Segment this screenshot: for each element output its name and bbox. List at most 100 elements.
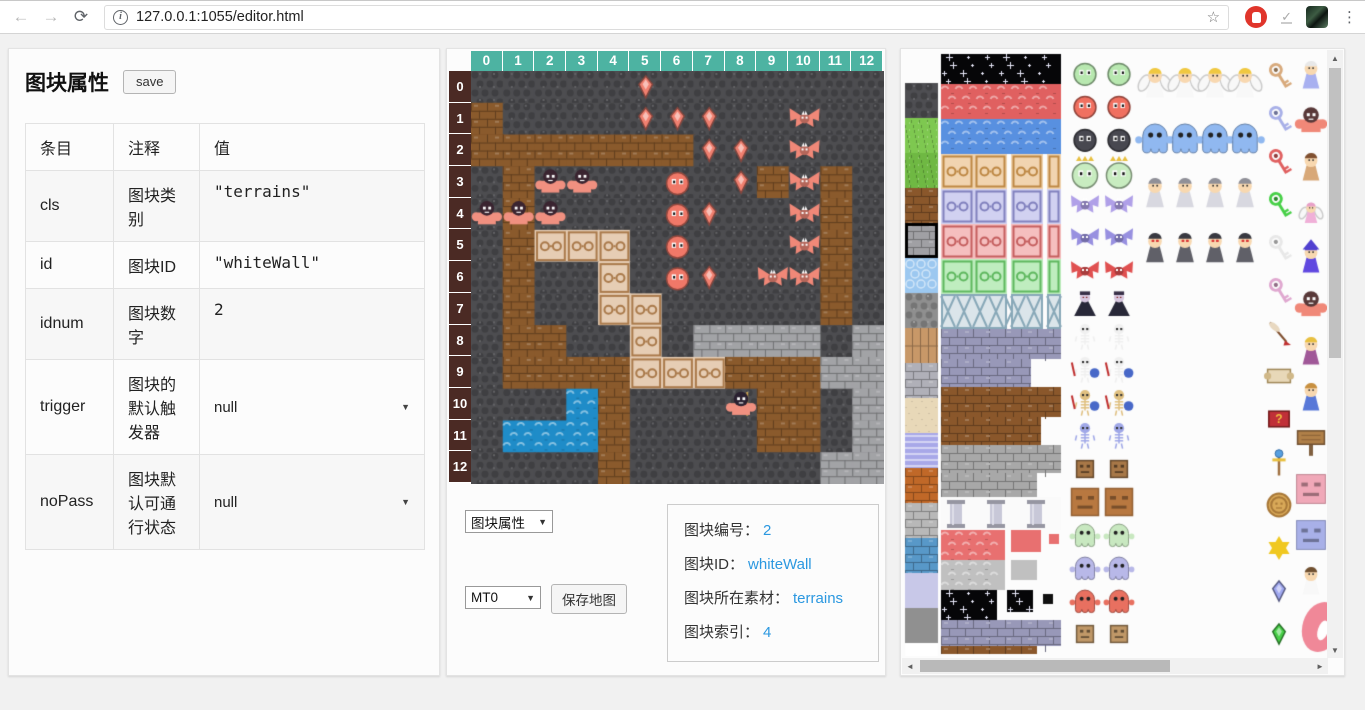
map-row-header: 5 [449, 229, 471, 261]
map-row-headers: 0123456789101112 [449, 71, 471, 483]
prop-key: idnum [26, 289, 114, 360]
map-col-header: 4 [598, 51, 630, 71]
check-extension-icon[interactable]: ✓ [1281, 11, 1292, 24]
map-col-header: 9 [756, 51, 788, 71]
reload-icon[interactable]: ⟳ [68, 4, 94, 30]
select-value: null [214, 494, 237, 511]
scroll-left-icon[interactable]: ◄ [902, 658, 918, 674]
map-col-header: 7 [693, 51, 725, 71]
prop-key: noPass [26, 455, 114, 550]
page-info-icon[interactable]: i [113, 10, 128, 25]
tile-info-line: 图块索引：4 [684, 621, 862, 642]
info-value[interactable]: 4 [763, 624, 771, 641]
prop-comment: 图块ID [114, 242, 200, 289]
forward-icon[interactable]: → [38, 4, 64, 30]
extension-icon[interactable] [1245, 6, 1267, 28]
map-row-header: 3 [449, 166, 471, 198]
prop-key: id [26, 242, 114, 289]
map-column-headers: 0123456789101112 [471, 51, 883, 71]
prop-value: null ▼ [200, 455, 425, 550]
edit-mode-label: 图块属性 [471, 512, 525, 532]
map-row-header: 9 [449, 356, 471, 388]
table-header-row: 条目注释值 [26, 124, 425, 171]
select-value: null [214, 399, 237, 416]
map-row-header: 12 [449, 451, 471, 483]
page-background: 图块属性 save 条目注释值 cls图块类别"terrains"id图块ID"… [0, 34, 1365, 708]
info-label: 图块ID： [684, 556, 744, 573]
panel-title: 图块属性 [25, 67, 109, 97]
browser-toolbar: ← → ⟳ i 127.0.0.1:1055/editor.html ☆ ✓ ⋮ [0, 0, 1365, 34]
palette-vertical-scrollbar[interactable]: ▲ ▼ [1327, 50, 1343, 658]
prop-value: 2 [200, 289, 425, 360]
prop-comment: 图块默认可通行状态 [114, 455, 200, 550]
tile-info-line: 图块所在素材：terrains [684, 587, 862, 608]
tile-properties-panel: 图块属性 save 条目注释值 cls图块类别"terrains"id图块ID"… [8, 48, 440, 676]
map-row-header: 6 [449, 261, 471, 293]
map-row-header: 1 [449, 103, 471, 135]
tileset-palette-canvas[interactable] [903, 51, 1328, 656]
map-id-label: MT0 [471, 590, 498, 605]
map-col-header: 11 [820, 51, 852, 71]
bookmark-star-icon[interactable]: ☆ [1207, 8, 1220, 26]
map-row-header: 8 [449, 325, 471, 357]
map-row-header: 10 [449, 388, 471, 420]
horizontal-scroll-thumb[interactable] [920, 660, 1170, 672]
palette-horizontal-scrollbar[interactable]: ◄ ► [902, 658, 1328, 674]
scroll-right-icon[interactable]: ► [1312, 658, 1328, 674]
table-row: noPass图块默认可通行状态 null ▼ [26, 455, 425, 550]
map-controls: 图块属性 ▼ MT0 ▼ 保存地图 图块编号：2图块ID：whiteWall图块… [447, 504, 887, 674]
table-row: cls图块类别"terrains" [26, 171, 425, 242]
map-editor-panel: 0123456789101112 0123456789101112 图块属性 ▼… [446, 48, 886, 676]
prop-value: "terrains" [200, 171, 425, 242]
tile-info-box: 图块编号：2 图块ID：whiteWall 图块所在素材：terrains 图块索引：… [667, 504, 879, 662]
back-icon[interactable]: ← [8, 4, 34, 30]
chrome-menu-icon[interactable]: ⋮ [1342, 8, 1357, 26]
prop-comment: 图块数字 [114, 289, 200, 360]
table-row: idnum图块数字2 [26, 289, 425, 360]
prop-key: trigger [26, 360, 114, 455]
info-label: 图块所在素材： [684, 590, 789, 607]
map-row-header: 2 [449, 134, 471, 166]
map-col-header: 3 [566, 51, 598, 71]
map-col-header: 0 [471, 51, 503, 71]
prop-comment: 图块的默认触发器 [114, 360, 200, 455]
map-row-header: 7 [449, 293, 471, 325]
info-value[interactable]: whiteWall [748, 556, 812, 573]
map-col-header: 10 [788, 51, 820, 71]
save-button[interactable]: save [123, 70, 176, 94]
save-map-button[interactable]: 保存地图 [551, 584, 627, 614]
info-value[interactable]: terrains [793, 590, 843, 607]
scroll-up-icon[interactable]: ▲ [1327, 50, 1343, 66]
properties-table: 条目注释值 cls图块类别"terrains"id图块ID"whiteWall"… [25, 123, 425, 550]
vertical-scroll-thumb[interactable] [1329, 68, 1341, 358]
tileset-palette-panel: ▲ ▼ ◄ ► [900, 48, 1345, 676]
column-header: 值 [200, 124, 425, 171]
map-col-header: 6 [661, 51, 693, 71]
prop-comment: 图块类别 [114, 171, 200, 242]
trigger-select[interactable]: null▼ [214, 399, 410, 416]
profile-avatar[interactable] [1306, 6, 1328, 28]
map-row-header: 11 [449, 420, 471, 452]
map-col-header: 12 [851, 51, 883, 71]
info-label: 图块索引： [684, 624, 759, 641]
chevron-down-icon: ▼ [526, 593, 535, 603]
prop-key: cls [26, 171, 114, 242]
prop-value: "whiteWall" [200, 242, 425, 289]
url-bar[interactable]: i 127.0.0.1:1055/editor.html ☆ [104, 5, 1229, 30]
hand-glyph [1252, 12, 1261, 23]
chevron-down-icon: ▼ [401, 497, 410, 507]
map-canvas[interactable] [471, 71, 884, 484]
info-value[interactable]: 2 [763, 522, 771, 539]
map-id-select[interactable]: MT0 ▼ [465, 586, 541, 609]
map-col-header: 8 [725, 51, 757, 71]
url-text[interactable]: 127.0.0.1:1055/editor.html [136, 9, 304, 25]
map-col-header: 2 [534, 51, 566, 71]
edit-mode-select[interactable]: 图块属性 ▼ [465, 510, 553, 533]
map-row-header: 0 [449, 71, 471, 103]
tile-info-line: 图块编号：2 [684, 519, 862, 540]
column-header: 注释 [114, 124, 200, 171]
noPass-select[interactable]: null ▼ [214, 494, 410, 511]
map-col-header: 1 [503, 51, 535, 71]
scroll-down-icon[interactable]: ▼ [1327, 642, 1343, 658]
prop-value: null▼ [200, 360, 425, 455]
